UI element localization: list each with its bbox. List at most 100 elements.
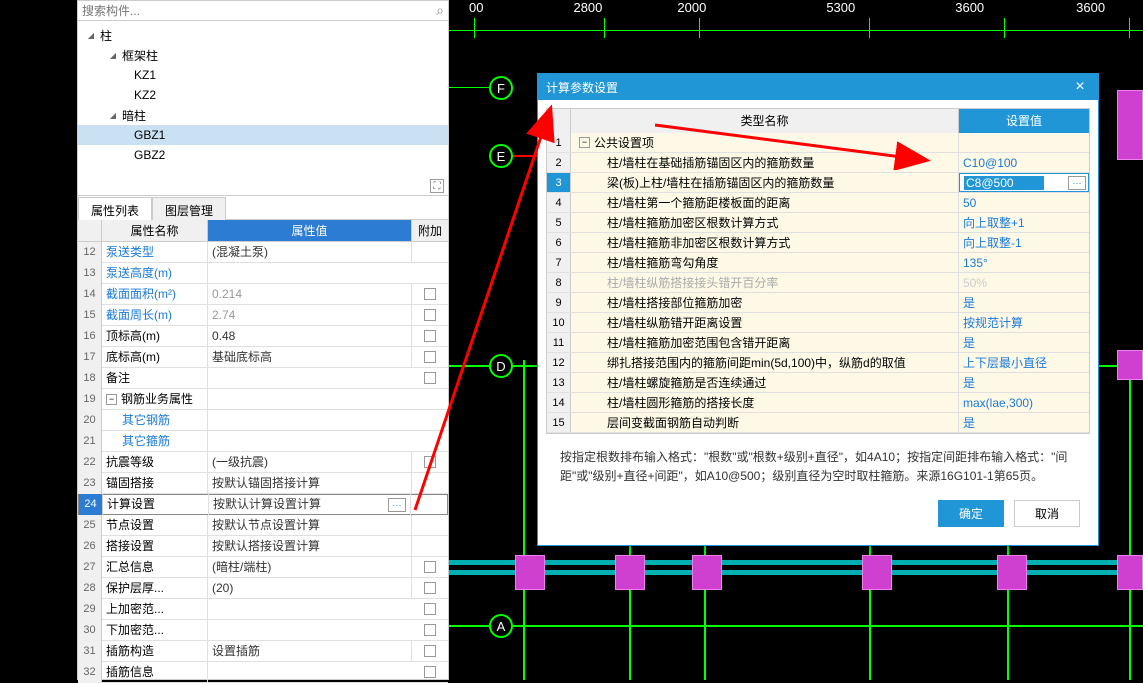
header-type[interactable]: 类型名称 [571, 109, 959, 133]
property-row[interactable]: 28保护层厚...(20) [78, 578, 448, 599]
property-row[interactable]: 14截面面积(m²)0.214 [78, 284, 448, 305]
cancel-button[interactable]: 取消 [1014, 500, 1080, 527]
column-block[interactable] [997, 555, 1027, 590]
dialog-header[interactable]: 计算参数设置 × [538, 74, 1098, 100]
property-row[interactable]: 15截面周长(m)2.74 [78, 305, 448, 326]
header-value[interactable]: 设置值 [959, 109, 1089, 133]
setting-value[interactable]: 135° [959, 253, 1089, 272]
setting-value[interactable]: 向上取整+1 [959, 213, 1089, 232]
property-row[interactable]: 23锚固搭接按默认锚固搭接计算 [78, 473, 448, 494]
settings-row[interactable]: 7柱/墙柱箍筋弯勾角度135° [547, 253, 1089, 273]
settings-row[interactable]: 6柱/墙柱箍筋非加密区根数计算方式向上取整-1 [547, 233, 1089, 253]
property-row[interactable]: 26搭接设置按默认搭接设置计算 [78, 536, 448, 557]
property-value[interactable]: (暗柱/端柱) [208, 557, 412, 578]
search-input[interactable] [82, 4, 436, 18]
maximize-icon[interactable]: ⛶ [430, 179, 444, 193]
settings-row[interactable]: 9柱/墙柱搭接部位箍筋加密是 [547, 293, 1089, 313]
property-row[interactable]: 25节点设置按默认节点设置计算 [78, 515, 448, 536]
property-value[interactable]: 设置插筋 [208, 641, 412, 662]
settings-row[interactable]: 15层间变截面钢筋自动判断是 [547, 413, 1089, 433]
expand-icon[interactable]: − [106, 394, 117, 405]
property-value[interactable]: 按默认锚固搭接计算 [208, 473, 412, 494]
tab-layer-manage[interactable]: 图层管理 [152, 197, 226, 220]
tree-item[interactable]: GBZ1 [78, 125, 448, 145]
component-tree[interactable]: 柱框架柱KZ1KZ2暗柱GBZ1GBZ2 [78, 21, 448, 196]
checkbox[interactable] [424, 624, 436, 636]
setting-value[interactable]: 是 [959, 413, 1089, 432]
property-row[interactable]: 24计算设置按默认计算设置计算··· [78, 494, 448, 515]
settings-row[interactable]: 3梁(板)上柱/墙柱在插筋锚固区内的箍筋数量··· [547, 173, 1089, 193]
tree-item[interactable]: 框架柱 [78, 45, 448, 65]
property-row[interactable]: 19−钢筋业务属性 [78, 389, 448, 410]
checkbox[interactable] [424, 561, 436, 573]
property-row[interactable]: 12泵送类型(混凝土泵) [78, 242, 448, 263]
setting-value[interactable]: 上下层最小直径 [959, 353, 1089, 372]
checkbox[interactable] [424, 666, 436, 678]
setting-input[interactable] [964, 176, 1044, 190]
setting-value[interactable]: 按规范计算 [959, 313, 1089, 332]
checkbox[interactable] [424, 309, 436, 321]
property-row[interactable]: 13泵送高度(m) [78, 263, 448, 284]
header-extra[interactable]: 附加 [412, 220, 448, 241]
setting-value[interactable]: 是 [959, 373, 1089, 392]
property-row[interactable]: 18备注 [78, 368, 448, 389]
setting-value[interactable]: max(lae,300) [959, 393, 1089, 412]
settings-row[interactable]: 8柱/墙柱纵筋搭接接头错开百分率50% [547, 273, 1089, 293]
property-row[interactable]: 30下加密范... [78, 620, 448, 641]
setting-value[interactable]: 是 [959, 293, 1089, 312]
search-icon[interactable]: ⌕ [436, 2, 444, 19]
property-value[interactable]: 按默认搭接设置计算 [208, 536, 412, 557]
property-row[interactable]: 27汇总信息(暗柱/端柱) [78, 557, 448, 578]
property-value[interactable]: 0.48 [208, 326, 412, 347]
property-row[interactable]: 22抗震等级(一级抗震) [78, 452, 448, 473]
tree-item[interactable]: KZ1 [78, 65, 448, 85]
caret-icon[interactable] [108, 110, 118, 120]
checkbox[interactable] [424, 456, 436, 468]
property-value[interactable]: (20) [208, 578, 412, 599]
checkbox[interactable] [424, 372, 436, 384]
column-block[interactable] [1117, 555, 1143, 590]
column-block[interactable] [515, 555, 545, 590]
column-block[interactable] [692, 555, 722, 590]
column-block[interactable] [615, 555, 645, 590]
property-row[interactable]: 31插筋构造设置插筋 [78, 641, 448, 662]
setting-value[interactable]: C10@100 [959, 153, 1089, 172]
tree-item[interactable]: GBZ2 [78, 145, 448, 165]
ok-button[interactable]: 确定 [938, 500, 1004, 527]
close-icon[interactable]: × [1070, 77, 1090, 97]
checkbox[interactable] [424, 603, 436, 615]
setting-value[interactable] [959, 133, 1089, 152]
property-row[interactable]: 21其它箍筋 [78, 431, 448, 452]
tree-item[interactable]: 暗柱 [78, 105, 448, 125]
settings-row[interactable]: 4柱/墙柱第一个箍筋距楼板面的距离50 [547, 193, 1089, 213]
property-value[interactable]: 2.74 [208, 305, 412, 326]
property-value[interactable]: 按默认节点设置计算 [208, 515, 412, 536]
property-value[interactable]: 基础底标高 [208, 347, 412, 368]
column-block[interactable] [1117, 350, 1143, 380]
settings-row[interactable]: 14柱/墙柱圆形箍筋的搭接长度max(lae,300) [547, 393, 1089, 413]
property-value[interactable]: 0.214 [208, 284, 412, 305]
tree-item[interactable]: KZ2 [78, 85, 448, 105]
setting-value[interactable]: 50 [959, 193, 1089, 212]
property-row[interactable]: 16顶标高(m)0.48 [78, 326, 448, 347]
tree-item[interactable]: 柱 [78, 25, 448, 45]
ellipsis-button[interactable]: ··· [388, 498, 406, 512]
checkbox[interactable] [424, 582, 436, 594]
checkbox[interactable] [424, 330, 436, 342]
header-value[interactable]: 属性值 [208, 220, 412, 241]
ellipsis-button[interactable]: ··· [1068, 176, 1086, 190]
settings-row[interactable]: 1−公共设置项 [547, 133, 1089, 153]
setting-value[interactable]: 是 [959, 333, 1089, 352]
settings-row[interactable]: 5柱/墙柱箍筋加密区根数计算方式向上取整+1 [547, 213, 1089, 233]
caret-icon[interactable] [86, 30, 96, 40]
caret-icon[interactable] [108, 50, 118, 60]
property-value[interactable]: (混凝土泵) [208, 242, 412, 263]
property-row[interactable]: 17底标高(m)基础底标高 [78, 347, 448, 368]
property-row[interactable]: 29上加密范... [78, 599, 448, 620]
setting-value[interactable]: 50% [959, 273, 1089, 292]
setting-value[interactable]: 向上取整-1 [959, 233, 1089, 252]
checkbox[interactable] [424, 288, 436, 300]
settings-row[interactable]: 12绑扎搭接范围内的箍筋间距min(5d,100)中，纵筋d的取值上下层最小直径 [547, 353, 1089, 373]
expand-icon[interactable]: − [579, 137, 590, 148]
checkbox[interactable] [424, 645, 436, 657]
